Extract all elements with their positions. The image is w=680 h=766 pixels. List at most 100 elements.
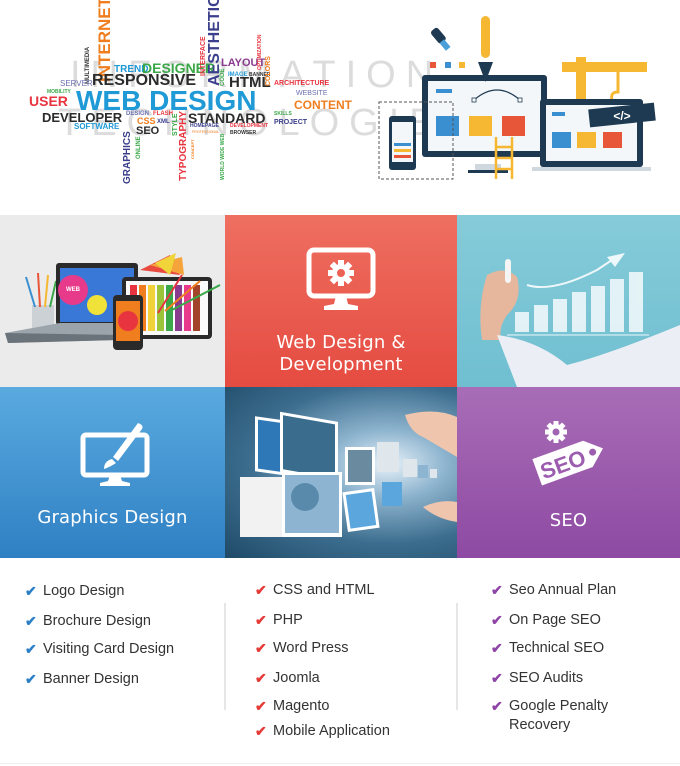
wordcloud-word: GRAPHICS — [122, 131, 133, 184]
seo-tag-text: SEO — [537, 445, 589, 484]
smartphone — [113, 295, 143, 350]
hero-banner: INFORMATION TECHNOLOGIES INTERNET MULTIM… — [0, 0, 680, 215]
wordcloud-word: CODE — [220, 68, 226, 86]
desktop-monitor — [422, 75, 547, 173]
code-tag-icon: </> — [613, 109, 630, 123]
wordcloud-word: PROJECT — [274, 119, 308, 126]
tile-seo[interactable]: SEO SEO — [457, 387, 680, 558]
list-item-label: CSS and HTML — [273, 582, 375, 598]
check-icon: ✔ — [255, 640, 267, 656]
list-item: ✔ Google Penalty Recovery — [491, 697, 621, 735]
wordcloud-word: WEBSITE — [296, 90, 328, 97]
brushes-cup — [25, 272, 57, 331]
list-item: ✔ Mobile Application — [255, 722, 390, 741]
list-item-label: Technical SEO — [509, 640, 605, 656]
check-icon: ✔ — [491, 612, 503, 628]
chalk-bars — [515, 272, 643, 332]
graphics-services-list: ✔ Logo Design ✔ Brochure Design ✔ Visiting … — [25, 578, 174, 689]
check-icon: ✔ — [255, 698, 267, 714]
tile-label: Development — [279, 354, 403, 375]
list-item: ✔ Banner Design — [25, 670, 174, 689]
check-icon: ✔ — [25, 671, 37, 687]
tile-devices-photo: WEB — [0, 215, 225, 387]
wordcloud-word: OPTIMIZATION — [257, 34, 263, 70]
wordcloud-word: SOFTWARE — [74, 122, 120, 131]
seo-tag-gear-icon: SEO — [532, 421, 603, 486]
hand — [480, 270, 519, 340]
check-icon: ✔ — [25, 641, 37, 657]
svg-text:WEB: WEB — [66, 287, 81, 293]
check-icon: ✔ — [491, 640, 503, 656]
check-icon: ✔ — [25, 583, 37, 599]
list-item: ✔ SEO Audits — [491, 669, 621, 688]
wordcloud-word: DEVELOPMENT — [230, 123, 269, 129]
list-item-label: Magento — [273, 698, 330, 714]
wordcloud-word: COLORS — [265, 56, 272, 86]
check-icon: ✔ — [255, 670, 267, 686]
check-icon: ✔ — [491, 582, 503, 598]
list-item-label: Brochure Design — [43, 613, 151, 629]
list-item: ✔ Joomla — [255, 669, 390, 688]
floating-photo-frames — [240, 411, 437, 537]
floating-images-photo — [240, 411, 457, 537]
check-icon: ✔ — [25, 613, 37, 629]
list-item: ✔ Visiting Card Design — [25, 640, 174, 659]
web-development-services-list: ✔ CSS and HTML ✔ PHP ✔ Word Press ✔ Joomla ✔… — [255, 578, 390, 741]
web-design-word-cloud: INFORMATION TECHNOLOGIES INTERNET MULTIM… — [22, 0, 470, 190]
wordcloud-word: TYPOGRAPHY — [178, 110, 189, 181]
wordcloud-word: WORLD WIDE WEB — [220, 133, 226, 180]
check-icon: ✔ — [255, 582, 267, 598]
check-icon: ✔ — [255, 612, 267, 628]
sleeve — [497, 325, 680, 387]
wordcloud-word: ONLINE — [136, 136, 142, 159]
web-development-illustration: </> — [378, 16, 656, 180]
devices-photo: WEB — [5, 253, 221, 350]
wordcloud-word: ARCHITECTURE — [274, 80, 330, 87]
check-icon: ✔ — [491, 698, 503, 714]
list-item-label: Logo Design — [43, 583, 125, 599]
list-item-label: Seo Annual Plan — [509, 582, 617, 598]
tile-media-flow-photo — [225, 387, 457, 558]
wordcloud-word: BROWSER — [230, 130, 257, 136]
color-swatch — [459, 62, 465, 68]
tile-web-design-development[interactable]: Web Design & Development — [225, 215, 457, 387]
wordcloud-word: CONCEPT — [190, 139, 195, 159]
mobile-phone — [389, 116, 416, 170]
list-item-label: Banner Design — [43, 671, 139, 687]
wordcloud-word: SKILLS — [274, 111, 292, 117]
list-item-label: Mobile Application — [273, 723, 390, 739]
seo-services-list: ✔ Seo Annual Plan ✔ On Page SEO ✔ Technical… — [491, 578, 621, 735]
tile-label: Web Design & — [276, 332, 406, 353]
list-item-label: Google Penalty Recovery — [509, 698, 609, 733]
column-divider — [456, 603, 458, 710]
thumb — [423, 501, 457, 522]
tile-graphics-design[interactable]: Graphics Design — [0, 387, 225, 558]
list-item-label: Joomla — [273, 670, 320, 686]
trend-arrow — [526, 257, 616, 289]
growth-chart-photo — [480, 253, 680, 387]
list-item: ✔ Seo Annual Plan — [491, 581, 621, 600]
wordcloud-word: FLASH — [153, 111, 173, 117]
pen-tool-icon — [478, 16, 493, 82]
list-item-label: Word Press — [273, 640, 349, 656]
check-icon: ✔ — [255, 723, 267, 739]
list-item: ✔ CSS and HTML — [255, 581, 390, 600]
list-item: ✔ Technical SEO — [491, 639, 621, 658]
monitor-gear-icon — [306, 247, 376, 310]
list-item: ✔ On Page SEO — [491, 611, 621, 630]
list-item: ✔ Logo Design — [25, 582, 174, 601]
wordcloud-word: INTERNET — [95, 0, 114, 82]
color-swatch — [430, 62, 436, 68]
wordcloud-word: HOMEPAGE — [190, 123, 219, 129]
check-icon: ✔ — [491, 670, 503, 686]
tile-growth-chart-photo — [457, 215, 680, 387]
monitor-brush-icon — [80, 423, 150, 486]
wordcloud-word: USER — [29, 93, 68, 109]
list-item: ✔ Magento — [255, 697, 390, 716]
list-item-label: PHP — [273, 612, 303, 628]
list-item-label: Visiting Card Design — [43, 641, 175, 657]
bottom-border — [0, 763, 680, 764]
list-item: ✔ Word Press — [255, 639, 390, 658]
reaching-hand — [405, 411, 457, 457]
color-wheel — [140, 253, 184, 275]
